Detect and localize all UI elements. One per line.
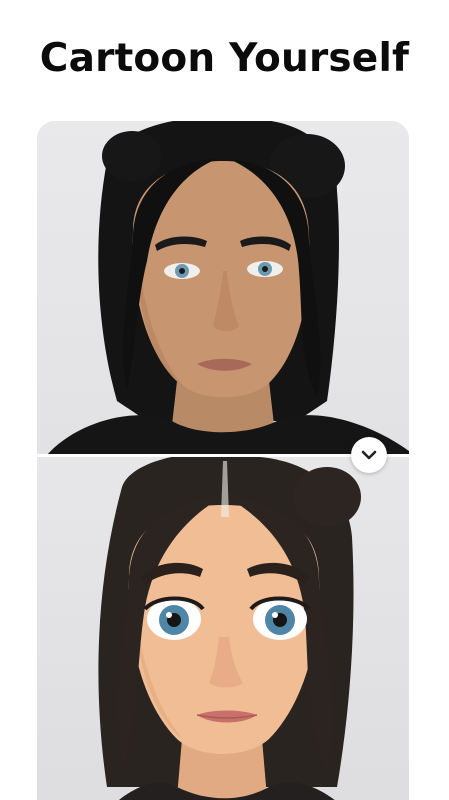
chevron-down-icon: [361, 450, 377, 460]
original-photo-portrait: [47, 121, 409, 455]
original-photo: [37, 121, 409, 455]
cartoon-avatar-portrait: [98, 457, 361, 800]
compare-slider-handle[interactable]: [351, 437, 387, 473]
page-title: Cartoon Yourself: [39, 36, 410, 81]
onboarding-screen: Cartoon Yourself: [0, 0, 449, 800]
cartoon-result: [37, 457, 409, 800]
